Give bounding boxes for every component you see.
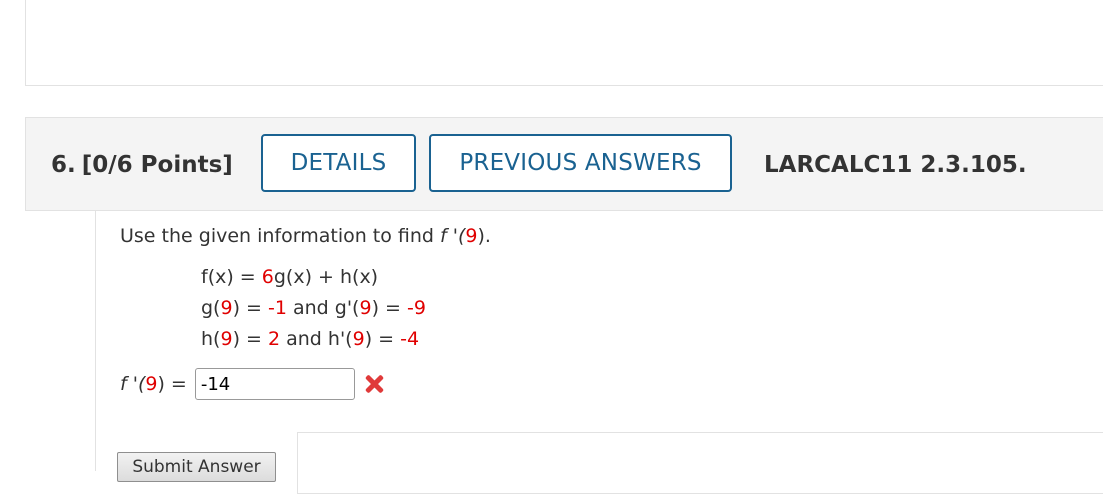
instruction-arg: 9: [465, 225, 478, 247]
eq2-arg: 9: [220, 297, 233, 319]
question-number: 6. [0/6 Points]: [51, 152, 233, 178]
instruction-text: Use the given information to find f '(9)…: [120, 225, 491, 247]
eq1-coef: 6: [261, 266, 274, 288]
answer-input[interactable]: [194, 368, 355, 400]
eq2-part: ) =: [232, 297, 268, 319]
eq2-value: -1: [268, 297, 287, 319]
eq2-part: ) =: [371, 297, 407, 319]
eq1-lhs: f(x) =: [201, 266, 262, 288]
question-code: LARCALC11 2.3.105.: [764, 152, 1027, 178]
question-points: [0/6 Points]: [81, 152, 233, 178]
eq2-value: -9: [407, 297, 426, 319]
answer-label-arg: 9: [145, 373, 158, 395]
eq3-arg: 9: [220, 328, 233, 350]
eq3-part: and h'(: [280, 328, 353, 350]
submit-answer-button[interactable]: Submit Answer: [117, 452, 276, 482]
eq3-part: ) =: [364, 328, 401, 350]
question-number-label: 6.: [51, 152, 76, 178]
eq3-part: ) =: [232, 328, 268, 350]
equation-f: f(x) = 6g(x) + h(x): [201, 266, 378, 288]
answer-label: f '(9) =: [120, 373, 187, 395]
question-body: Use the given information to find f '(9)…: [95, 211, 1103, 494]
eq2-part: and g'(: [286, 297, 360, 319]
previous-question-panel: [25, 0, 1103, 86]
eq3-arg: 9: [352, 328, 365, 350]
answer-row: f '(9) =: [120, 368, 384, 400]
instruction-func: f '(: [440, 225, 466, 247]
answer-label-prefix: f '(: [120, 373, 146, 395]
instruction-suffix: ).: [477, 225, 491, 247]
eq2-arg: 9: [359, 297, 372, 319]
eq3-value: 2: [267, 328, 281, 350]
eq2-part: g(: [201, 297, 221, 319]
eq3-part: h(: [201, 328, 221, 350]
question-header: 6. [0/6 Points] DETAILS PREVIOUS ANSWERS …: [25, 117, 1103, 211]
previous-answers-button[interactable]: PREVIOUS ANSWERS: [429, 134, 732, 192]
eq3-value: -4: [400, 328, 420, 350]
answer-label-suffix: ) =: [157, 373, 187, 395]
details-button[interactable]: DETAILS: [261, 134, 416, 192]
equation-h: h(9) = 2 and h'(9) = -4: [201, 328, 419, 350]
incorrect-x-icon: [364, 374, 384, 394]
instruction-prefix: Use the given information to find: [120, 225, 441, 247]
eq1-rhs: g(x) + h(x): [273, 266, 379, 288]
equation-g: g(9) = -1 and g'(9) = -9: [201, 297, 426, 319]
side-panel: [297, 432, 1103, 494]
